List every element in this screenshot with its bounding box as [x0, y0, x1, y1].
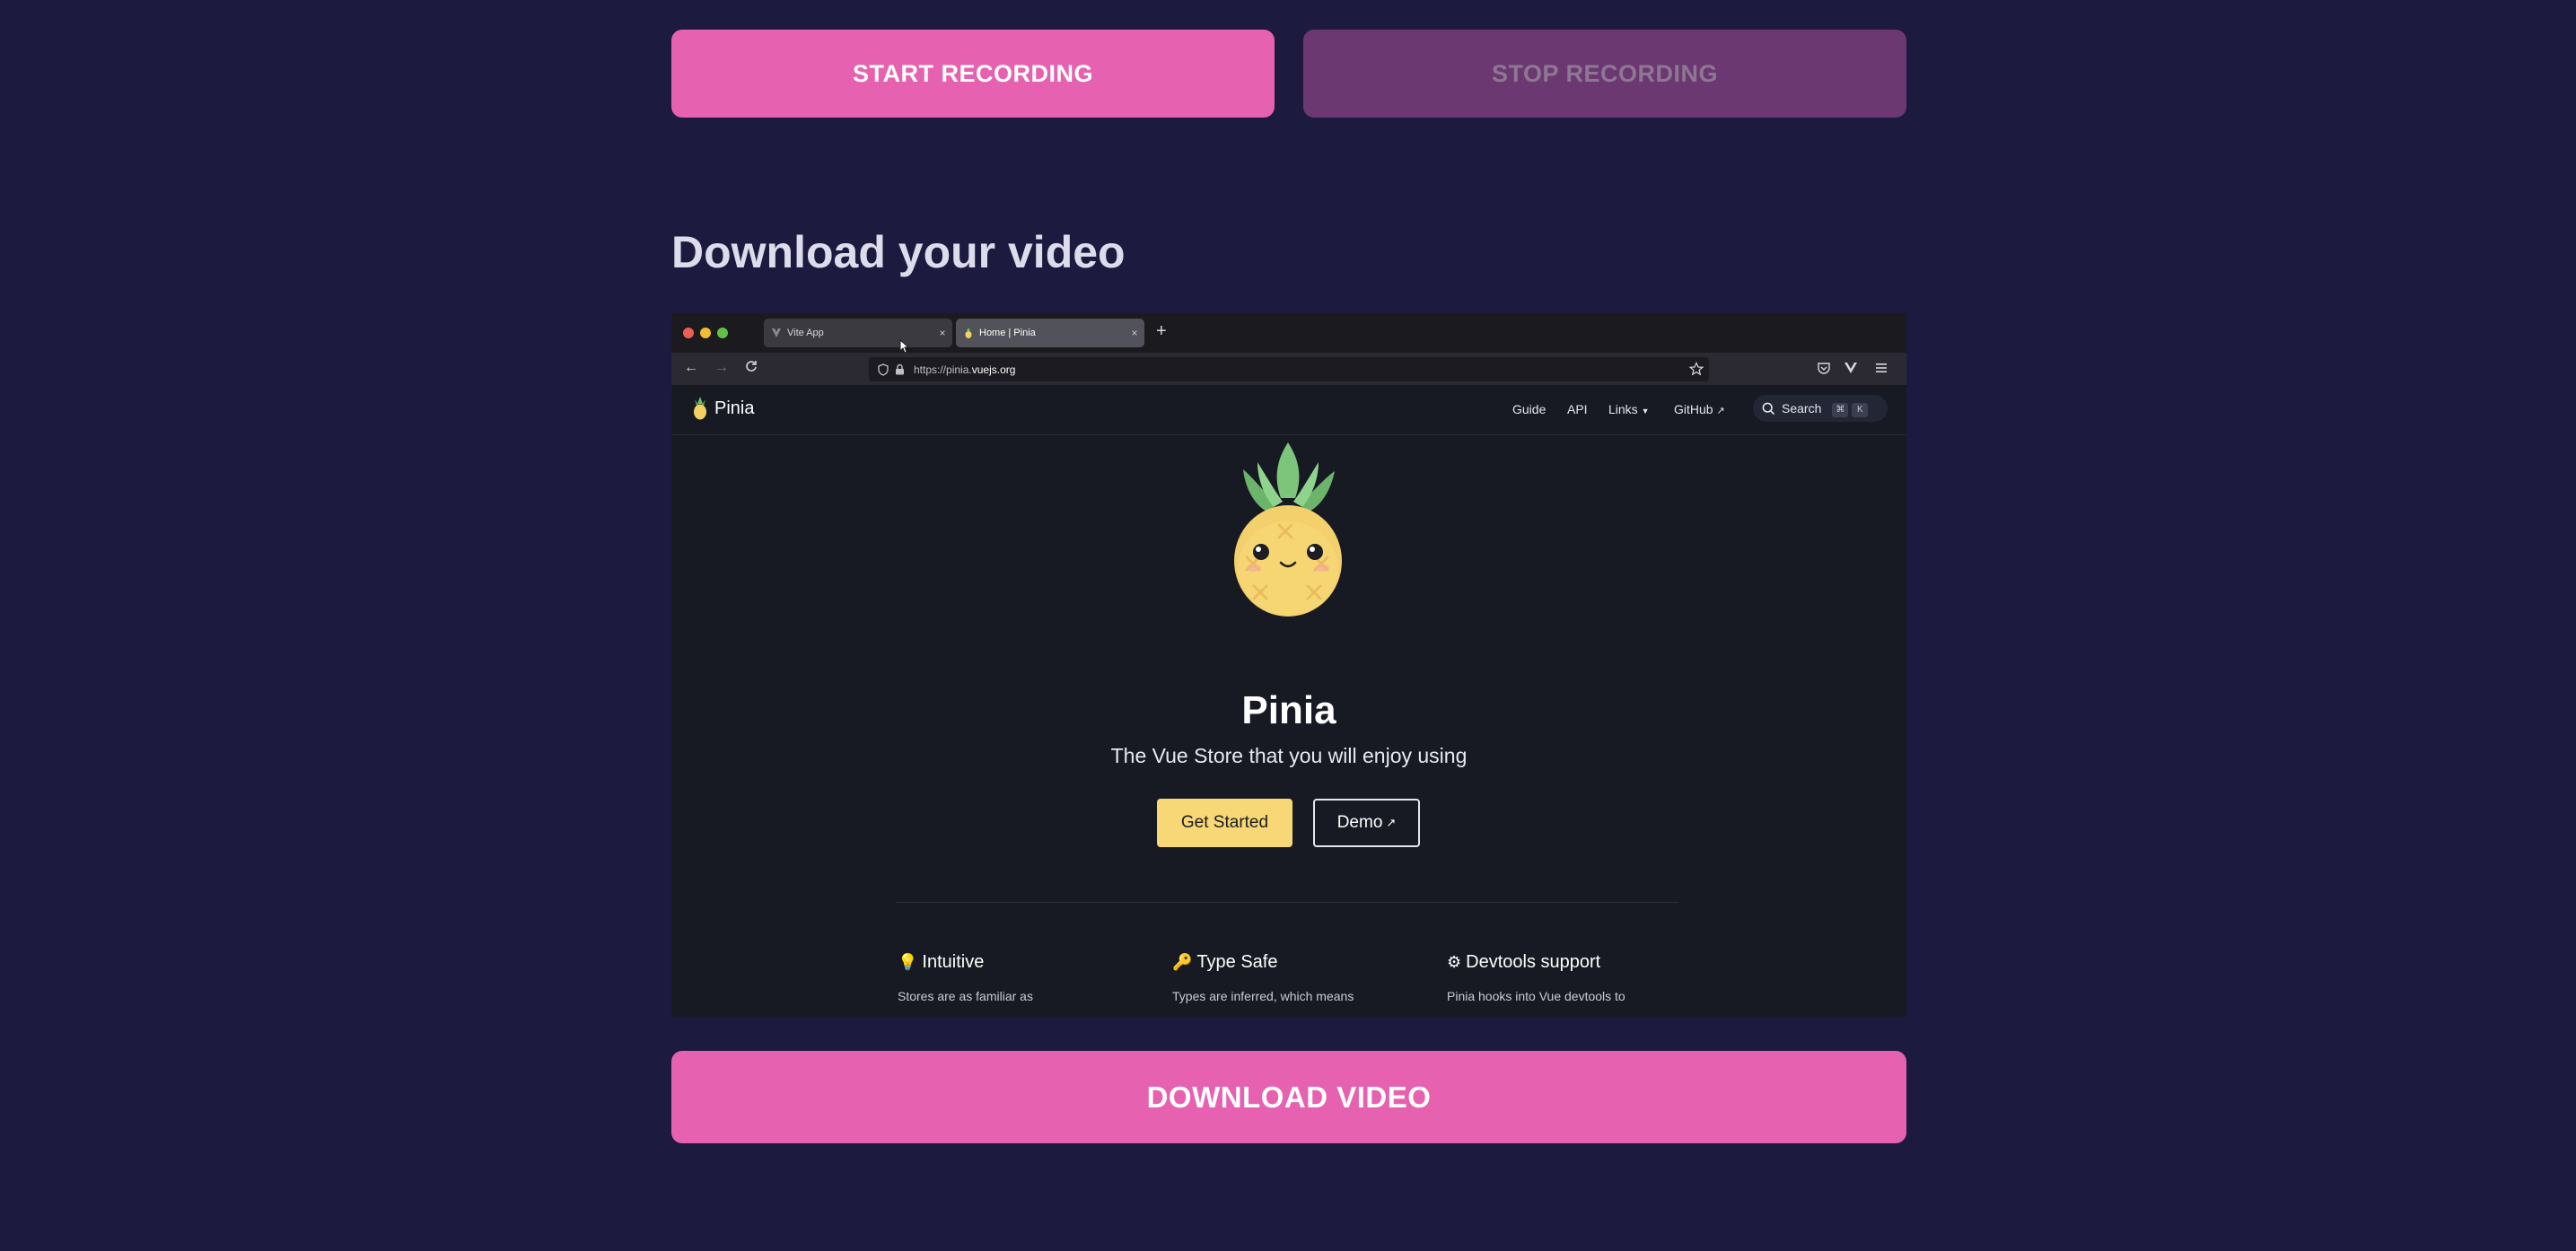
- search-icon: [1762, 402, 1775, 416]
- lightbulb-icon: 💡: [898, 953, 918, 971]
- forward-arrow-icon: →: [714, 360, 729, 375]
- demo-button: Demo ↗: [1313, 799, 1420, 847]
- feature-title: Intuitive: [922, 952, 985, 972]
- hero-title: Pinia: [1241, 688, 1336, 732]
- lock-icon: [892, 363, 907, 377]
- feature-description: Stores are as familiar as: [898, 989, 1033, 1003]
- close-icon: ×: [1131, 327, 1138, 339]
- feature-title: Type Safe: [1196, 952, 1278, 972]
- pinia-website: Pinia Guide API Links ▼ GitHub ↗ Search …: [671, 385, 1906, 1017]
- vue-devtools-icon: [1844, 361, 1858, 380]
- kbd-k: K: [1852, 402, 1869, 417]
- nav-github: GitHub ↗: [1674, 402, 1725, 416]
- browser-tab-pinia: Home | Pinia ×: [956, 319, 1144, 347]
- site-search: Search ⌘ K: [1753, 395, 1888, 422]
- key-icon: 🔑: [1172, 953, 1193, 971]
- browser-tab-vite: Vite App ×: [764, 319, 952, 347]
- recorder-page: START RECORDING STOP RECORDING Download …: [0, 0, 2576, 1251]
- start-recording-button[interactable]: START RECORDING: [671, 30, 1275, 118]
- gear-icon: ⚙: [1447, 953, 1462, 971]
- feature-description: Pinia hooks into Vue devtools to: [1447, 989, 1625, 1003]
- pocket-icon: [1817, 361, 1831, 380]
- pinia-mascot-image: [1234, 442, 1342, 617]
- get-started-button: Get Started: [1157, 799, 1292, 847]
- feature-intuitive: 💡 Intuitive Stores are as familiar as: [898, 952, 1158, 1003]
- pineapple-logo-icon: [694, 397, 706, 420]
- site-brand: Pinia: [691, 397, 754, 420]
- browser-tab-bar: Vite App × Home | Pinia × +: [671, 313, 1906, 354]
- nav-api: API: [1567, 402, 1588, 416]
- vite-icon: [771, 328, 782, 338]
- site-header: Pinia Guide API Links ▼ GitHub ↗ Search …: [671, 385, 1906, 435]
- address-bar: https://pinia.vuejs.org: [869, 357, 1709, 381]
- external-link-icon: ↗: [1716, 406, 1725, 416]
- brand-name: Pinia: [714, 398, 755, 418]
- feature-devtools: ⚙ Devtools support Pinia hooks into Vue d…: [1447, 952, 1707, 1003]
- bookmark-star-icon: [1688, 362, 1704, 379]
- section-divider: [897, 902, 1678, 903]
- nav-links: Links ▼: [1608, 402, 1650, 416]
- kbd-cmd: ⌘: [1832, 402, 1849, 417]
- shield-icon: [876, 363, 890, 377]
- hamburger-menu-icon: [1874, 361, 1888, 380]
- download-video-button[interactable]: DOWNLOAD VIDEO: [671, 1051, 1906, 1143]
- url-text: https://pinia.vuejs.org: [914, 363, 1016, 376]
- feature-description: Types are inferred, which means: [1172, 989, 1354, 1003]
- window-zoom-dot: [717, 328, 728, 338]
- caret-down-icon: ▼: [1641, 407, 1650, 416]
- feature-title: Devtools support: [1466, 952, 1601, 972]
- video-preview[interactable]: Vite App × Home | Pinia × + ← → https://…: [671, 313, 1906, 1017]
- hero-tagline: The Vue Store that you will enjoy using: [1110, 744, 1468, 767]
- feature-type-safe: 🔑 Type Safe Types are inferred, which mea…: [1172, 952, 1433, 1003]
- tab-label: Home | Pinia: [979, 328, 1036, 338]
- browser-nav-bar: ← → https://pinia.vuejs.org: [671, 353, 1906, 385]
- window-close-dot: [683, 328, 694, 338]
- back-arrow-icon: ←: [684, 360, 698, 375]
- stop-recording-button[interactable]: STOP RECORDING: [1303, 30, 1906, 118]
- pineapple-icon: [963, 328, 974, 338]
- nav-guide: Guide: [1512, 402, 1546, 416]
- section-title: Download your video: [671, 227, 1126, 277]
- external-link-icon: ↗: [1386, 816, 1397, 829]
- tab-label: Vite App: [787, 328, 824, 338]
- window-minimize-dot: [700, 328, 711, 338]
- new-tab-icon: +: [1156, 321, 1167, 341]
- reload-icon: [745, 360, 758, 377]
- close-icon: ×: [939, 327, 946, 339]
- search-label: Search: [1782, 401, 1822, 416]
